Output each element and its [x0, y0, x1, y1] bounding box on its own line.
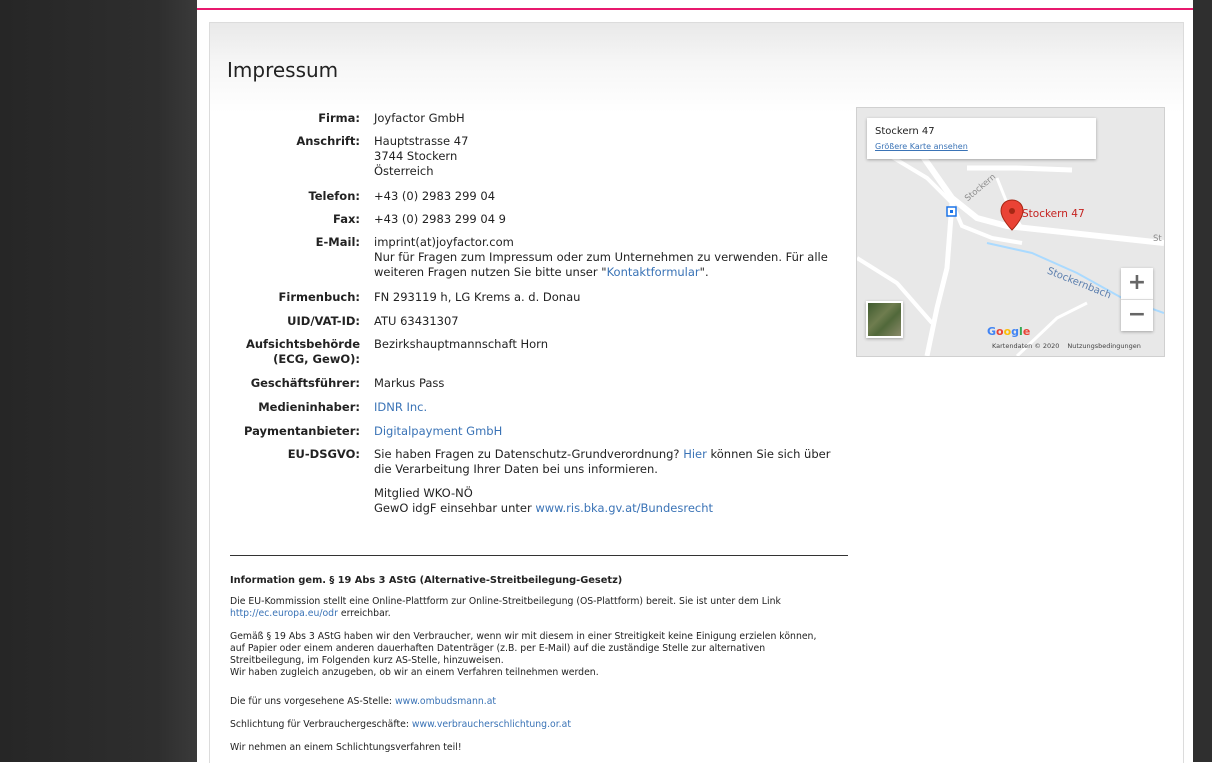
field-value: Markus Pass — [374, 376, 445, 390]
astg-paragraph-2: Gemäß § 19 Abs 3 AStG haben wir den Verb… — [230, 631, 870, 679]
digitalpayment-link[interactable]: Digitalpayment GmbH — [374, 424, 502, 438]
field-label: Anschrift: — [296, 134, 360, 148]
impressum-panel: Impressum Firma: Joyfactor GmbH Anschrif… — [209, 22, 1184, 763]
email-note-line1: Nur für Fragen zum Impressum oder zum Un… — [374, 250, 828, 264]
zoom-out-button[interactable]: − — [1121, 300, 1153, 331]
verbraucherschlichtung-link[interactable]: www.verbraucherschlichtung.or.at — [412, 719, 571, 730]
astg-p1-line2: http://ec.europa.eu/odr erreichbar. — [230, 608, 870, 620]
email-note-line2: weiteren Fragen nutzen Sie bitte unser "… — [374, 265, 844, 280]
road-label-edge: St — [1153, 234, 1162, 244]
field-value: Digitalpayment GmbH — [374, 424, 844, 439]
email-note-end: ". — [699, 265, 709, 279]
ris-link[interactable]: www.ris.bka.gv.at/Bundesrecht — [535, 501, 713, 515]
idnr-link[interactable]: IDNR Inc. — [374, 400, 427, 414]
membership-text-before: GewO idgF einsehbar unter — [374, 501, 536, 515]
email-address: imprint(at)joyfactor.com — [374, 235, 514, 249]
astg-p1-after: erreichbar. — [337, 608, 391, 619]
map-embed[interactable]: Stockern St Stockernbach Stockern 47 Sto… — [856, 107, 1165, 357]
pin-label: Stockern 47 — [1022, 208, 1085, 220]
field-value: +43 (0) 2983 299 04 9 — [374, 212, 507, 226]
dsgvo-text-after: können Sie sich über — [706, 447, 831, 461]
address-street: Hauptstrasse 47 — [374, 134, 469, 148]
astg-heading: Information gem. § 19 Abs 3 AStG (Altern… — [230, 575, 623, 586]
address-city: 3744 Stockern — [374, 149, 458, 163]
dsgvo-line2: die Verarbeitung Ihrer Daten bei uns inf… — [374, 462, 658, 476]
field-label: Geschäftsführer: — [250, 376, 360, 390]
field-value: imprint(at)joyfactor.com Nur für Fragen … — [374, 235, 844, 280]
astg-p3-text: Die für uns vorgesehene AS-Stelle: — [230, 696, 396, 707]
field-label: E-Mail: — [315, 235, 360, 249]
kontaktformular-link[interactable]: Kontaktformular — [607, 265, 700, 279]
email-note-text: weiteren Fragen nutzen Sie bitte unser " — [374, 265, 607, 279]
field-label: Medieninhaber: — [258, 400, 360, 414]
field-value: IDNR Inc. — [374, 400, 844, 415]
zoom-in-button[interactable]: + — [1121, 268, 1153, 300]
astg-p2-line: auf Papier oder einem anderen dauerhafte… — [230, 643, 766, 654]
field-label: Paymentanbieter: — [244, 424, 360, 438]
satellite-toggle[interactable] — [866, 301, 903, 338]
ombudsmann-link[interactable]: www.ombudsmann.at — [395, 696, 496, 707]
field-label: EU-DSGVO: — [287, 447, 360, 461]
field-label: Firmenbuch: — [278, 290, 360, 304]
map-road — [967, 165, 1073, 173]
minus-icon: − — [1127, 302, 1147, 327]
astg-paragraph-3: Die für uns vorgesehene AS-Stelle: www.o… — [230, 696, 870, 708]
membership-text: Mitglied WKO-NÖ GewO idgF einsehbar unte… — [374, 486, 844, 516]
field-label-line1: Aufsichtsbehörde — [245, 337, 360, 351]
field-label: Firma: — [318, 111, 360, 125]
astg-paragraph-5: Wir nehmen an einem Schlichtungsverfahre… — [230, 742, 462, 753]
astg-p2-line: Streitbeilegung, im Folgenden kurz AS-St… — [230, 655, 504, 666]
astg-paragraph-1: Die EU-Kommission stellt eine Online-Pla… — [230, 596, 870, 620]
accent-line — [197, 8, 1193, 10]
map-data-credit: Kartendaten © 2020 — [992, 342, 1060, 350]
field-label: UID/VAT-ID: — [287, 314, 360, 328]
terms-link[interactable]: Nutzungsbedingungen — [1067, 342, 1140, 350]
astg-paragraph-4: Schlichtung für Verbrauchergeschäfte: ww… — [230, 719, 870, 731]
field-value: ATU 63431307 — [374, 314, 459, 328]
field-value: Hauptstrasse 47 3744 Stockern Österreich — [374, 134, 844, 179]
page-title: Impressum — [227, 58, 339, 82]
odr-link[interactable]: http://ec.europa.eu/odr — [230, 608, 338, 619]
field-value: Bezirkshauptmannschaft Horn — [374, 337, 548, 351]
field-label-line2: (ECG, GewO): — [273, 352, 360, 366]
map-footer: Kartendaten © 2020 Nutzungsbedingungen — [992, 342, 1141, 350]
astg-p1-line1: Die EU-Kommission stellt eine Online-Pla… — [230, 596, 781, 607]
astg-p4-text: Schlichtung für Verbrauchergeschäfte: — [230, 719, 412, 730]
larger-map-link[interactable]: Größere Karte ansehen — [875, 142, 968, 151]
map-card-title: Stockern 47 — [875, 126, 935, 137]
field-value: +43 (0) 2983 299 04 — [374, 189, 496, 203]
astg-p2-line: Gemäß § 19 Abs 3 AStG haben wir den Verb… — [230, 631, 817, 642]
field-label: Aufsichtsbehörde (ECG, GewO): — [210, 337, 360, 367]
map-info-card: Stockern 47 Größere Karte ansehen — [867, 118, 1096, 159]
membership-line2: GewO idgF einsehbar unter www.ris.bka.gv… — [374, 501, 844, 516]
right-background — [1193, 0, 1212, 762]
google-logo: Google — [987, 325, 1031, 338]
field-label: Fax: — [333, 212, 360, 226]
dsgvo-text: Sie haben Fragen zu Datenschutz-Grundver… — [374, 447, 684, 461]
left-background — [0, 0, 197, 762]
plus-icon: + — [1127, 270, 1147, 295]
page-top — [197, 0, 1193, 8]
divider — [230, 555, 848, 556]
field-value: FN 293119 h, LG Krems a. d. Donau — [374, 290, 581, 304]
field-value: Sie haben Fragen zu Datenschutz-Grundver… — [374, 447, 844, 477]
astg-p2-line: Wir haben zugleich anzugeben, ob wir an … — [230, 667, 599, 678]
dsgvo-hier-link[interactable]: Hier — [683, 447, 707, 461]
panel-shade — [210, 23, 1183, 113]
field-value: Joyfactor GmbH — [374, 111, 465, 125]
address-country: Österreich — [374, 164, 434, 178]
membership-line1: Mitglied WKO-NÖ — [374, 486, 473, 500]
dsgvo-line1: Sie haben Fragen zu Datenschutz-Grundver… — [374, 447, 844, 462]
field-label: Telefon: — [308, 189, 360, 203]
